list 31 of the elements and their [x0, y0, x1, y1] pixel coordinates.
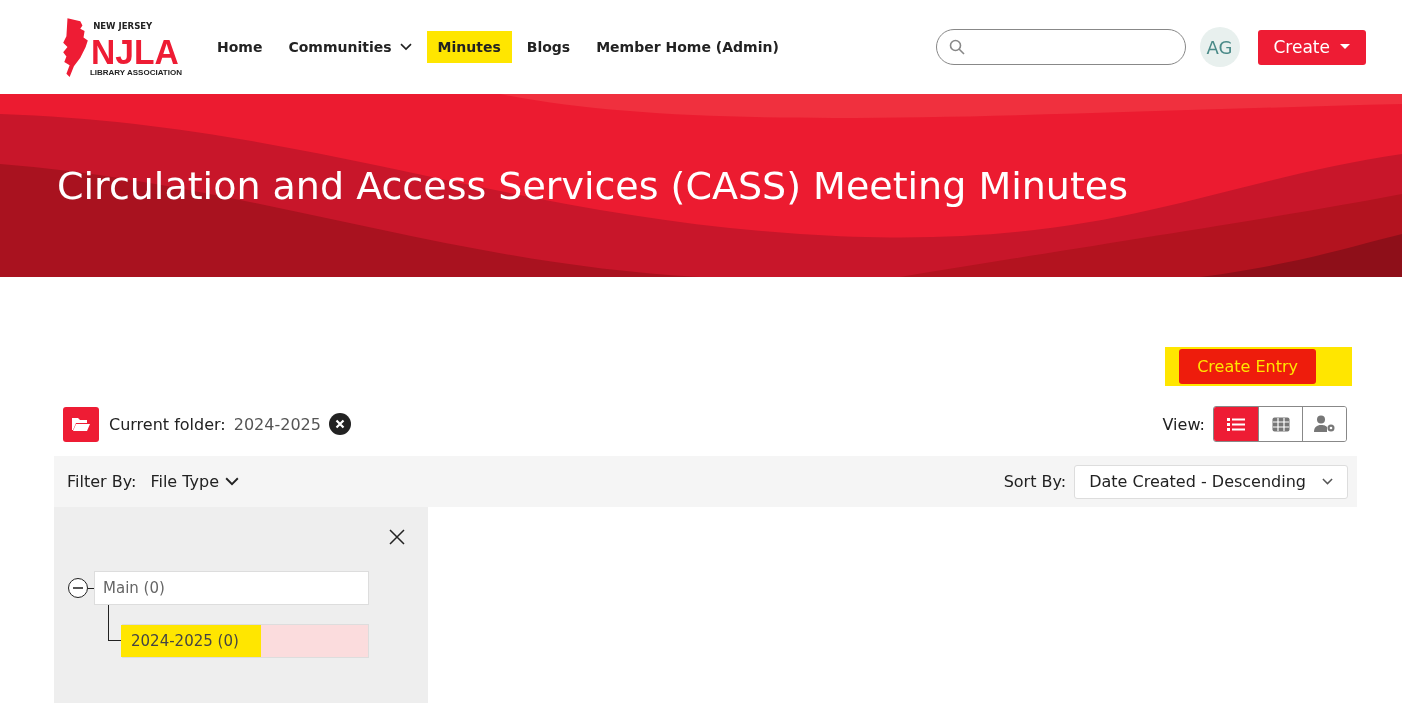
- nav-link[interactable]: Blogs: [515, 31, 582, 63]
- file-type-dropdown[interactable]: File Type: [150, 472, 239, 491]
- caret-icon: [1340, 44, 1350, 50]
- current-folder-label: Current folder:: [109, 414, 226, 434]
- search-icon: [948, 39, 965, 55]
- chevron-down-icon: [399, 43, 412, 51]
- sort-label: Sort By:: [1003, 472, 1067, 491]
- current-folder-name: 2024-2025: [233, 414, 321, 434]
- nav-link[interactable]: Minutes: [426, 31, 512, 63]
- view-toggle[interactable]: [1302, 407, 1346, 441]
- page-title: Circulation and Access Services (CASS) Meeting Minutes: [57, 163, 1128, 208]
- list-icon: [1227, 416, 1245, 432]
- user-gear-icon: [1313, 415, 1336, 433]
- clear-folder-icon[interactable]: [328, 413, 351, 435]
- view-toggle[interactable]: [1214, 407, 1258, 441]
- nav-link[interactable]: Member Home (Admin): [585, 31, 790, 63]
- filter-label: Filter By:: [67, 472, 137, 491]
- minus-icon: [73, 587, 83, 589]
- nav-link[interactable]: Home: [206, 31, 274, 63]
- tree-item[interactable]: Main (0): [94, 571, 369, 605]
- view-label: View:: [1162, 414, 1205, 434]
- chevron-down-icon: [225, 477, 239, 486]
- tree-item[interactable]: 2024-2025 (0): [122, 624, 369, 658]
- grid-icon: [1271, 416, 1290, 432]
- close-icon[interactable]: [388, 529, 406, 547]
- create-button[interactable]: Create: [1257, 29, 1366, 65]
- collapse-toggle[interactable]: [68, 578, 88, 598]
- sort-dropdown[interactable]: Date Created - Descending: [1074, 464, 1348, 499]
- chevron-down-icon: [1322, 478, 1333, 485]
- nav-link[interactable]: Communities: [277, 31, 423, 63]
- folder-icon: [63, 406, 99, 442]
